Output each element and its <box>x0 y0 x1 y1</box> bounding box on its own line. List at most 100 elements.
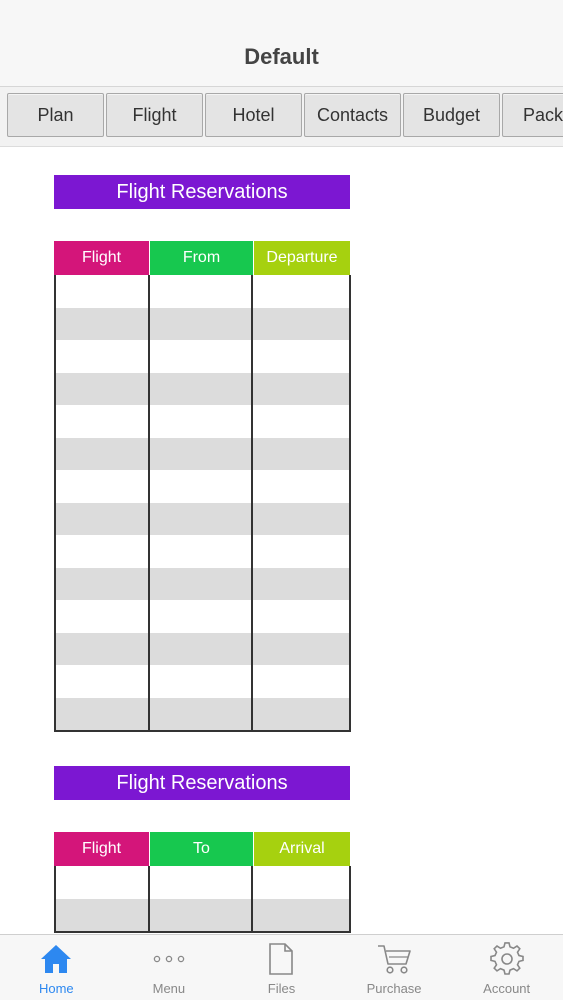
column-header-from: From <box>150 241 254 275</box>
tab-label: Files <box>267 981 296 996</box>
tab-label: Menu <box>152 981 186 996</box>
table-cell[interactable] <box>56 372 150 405</box>
table-cell[interactable] <box>150 372 253 405</box>
table-row[interactable] <box>56 275 349 308</box>
table-cell[interactable] <box>150 340 253 373</box>
cart-icon <box>376 941 412 977</box>
tab-home[interactable]: Home <box>0 935 113 1000</box>
segment-pack[interactable]: Pack <box>502 93 563 137</box>
table-row[interactable] <box>56 632 349 666</box>
table-row[interactable] <box>56 340 349 373</box>
column-header-to: To <box>150 832 254 866</box>
tab-purchase[interactable]: Purchase <box>338 935 451 1000</box>
table-cell[interactable] <box>253 866 349 899</box>
tab-account[interactable]: Account <box>450 935 563 1000</box>
table-cell[interactable] <box>56 307 150 340</box>
table-row[interactable] <box>56 567 349 601</box>
table-cell[interactable] <box>150 275 253 308</box>
table-cell[interactable] <box>150 470 253 503</box>
table-body <box>54 275 351 732</box>
table-cell[interactable] <box>150 567 253 600</box>
segment-bar: Plan Flight Hotel Contacts Budget Pack <box>0 87 563 147</box>
table-cell[interactable] <box>56 275 150 308</box>
table-row[interactable] <box>56 665 349 698</box>
table-header: Flight To Arrival <box>54 832 351 866</box>
table-cell[interactable] <box>56 665 150 698</box>
table-cell[interactable] <box>56 600 150 633</box>
table-cell[interactable] <box>253 373 349 406</box>
table-cell[interactable] <box>56 340 150 373</box>
table-row[interactable] <box>56 502 349 536</box>
table-cell[interactable] <box>150 437 253 470</box>
content-area[interactable]: Flight Reservations Flight From Departur… <box>0 148 563 934</box>
table-cell[interactable] <box>150 866 253 899</box>
page-title: Default <box>244 44 319 69</box>
more-icon <box>151 941 187 977</box>
table-cell[interactable] <box>253 438 349 471</box>
tab-menu[interactable]: Menu <box>113 935 226 1000</box>
table-cell[interactable] <box>253 308 349 341</box>
table-cell[interactable] <box>56 866 150 899</box>
column-header-departure: Departure <box>254 241 351 275</box>
table-row[interactable] <box>56 535 349 568</box>
home-icon <box>38 941 74 977</box>
table-cell[interactable] <box>253 665 349 698</box>
table-row[interactable] <box>56 307 349 341</box>
column-header-flight: Flight <box>54 241 150 275</box>
table-cell[interactable] <box>150 600 253 633</box>
table-row[interactable] <box>56 470 349 503</box>
table-cell[interactable] <box>253 503 349 536</box>
segment-contacts[interactable]: Contacts <box>304 93 401 137</box>
segment-flight[interactable]: Flight <box>106 93 203 137</box>
table-cell[interactable] <box>56 535 150 568</box>
table-cell[interactable] <box>253 535 349 568</box>
table-cell[interactable] <box>253 600 349 633</box>
gear-icon <box>489 941 525 977</box>
table-body <box>54 866 351 933</box>
table-cell[interactable] <box>56 898 150 931</box>
table-cell[interactable] <box>253 633 349 666</box>
table-cell[interactable] <box>150 535 253 568</box>
table-cell[interactable] <box>150 405 253 438</box>
table-cell[interactable] <box>253 568 349 601</box>
table-cell[interactable] <box>253 275 349 308</box>
arrivals-table: Flight To Arrival <box>54 832 351 933</box>
departures-table: Flight From Departure <box>54 241 351 732</box>
table-cell[interactable] <box>253 470 349 503</box>
table-cell[interactable] <box>253 405 349 438</box>
table-cell[interactable] <box>56 470 150 503</box>
segment-hotel[interactable]: Hotel <box>205 93 302 137</box>
table-cell[interactable] <box>56 437 150 470</box>
table-row[interactable] <box>56 405 349 438</box>
table-cell[interactable] <box>56 502 150 535</box>
table-row[interactable] <box>56 697 349 731</box>
section-banner-arrivals: Flight Reservations <box>54 766 350 800</box>
segment-budget[interactable]: Budget <box>403 93 500 137</box>
table-cell[interactable] <box>253 698 349 731</box>
table-row[interactable] <box>56 866 349 899</box>
table-cell[interactable] <box>56 567 150 600</box>
table-cell[interactable] <box>56 405 150 438</box>
segment-plan[interactable]: Plan <box>7 93 104 137</box>
table-cell[interactable] <box>150 632 253 665</box>
table-cell[interactable] <box>56 697 150 730</box>
table-row[interactable] <box>56 600 349 633</box>
tab-label: Home <box>38 981 74 996</box>
table-cell[interactable] <box>150 665 253 698</box>
table-cell[interactable] <box>56 632 150 665</box>
section-banner-departures: Flight Reservations <box>54 175 350 209</box>
column-header-flight: Flight <box>54 832 150 866</box>
table-cell[interactable] <box>150 502 253 535</box>
table-cell[interactable] <box>150 898 253 931</box>
table-cell[interactable] <box>253 340 349 373</box>
file-icon <box>263 941 299 977</box>
table-cell[interactable] <box>150 307 253 340</box>
tab-files[interactable]: Files <box>225 935 338 1000</box>
table-row[interactable] <box>56 898 349 932</box>
tab-label: Account <box>483 981 531 996</box>
table-row[interactable] <box>56 372 349 406</box>
table-cell[interactable] <box>150 697 253 730</box>
table-cell[interactable] <box>253 899 349 932</box>
tab-bar: Home Menu Files Purchase Account <box>0 934 563 1000</box>
table-row[interactable] <box>56 437 349 471</box>
